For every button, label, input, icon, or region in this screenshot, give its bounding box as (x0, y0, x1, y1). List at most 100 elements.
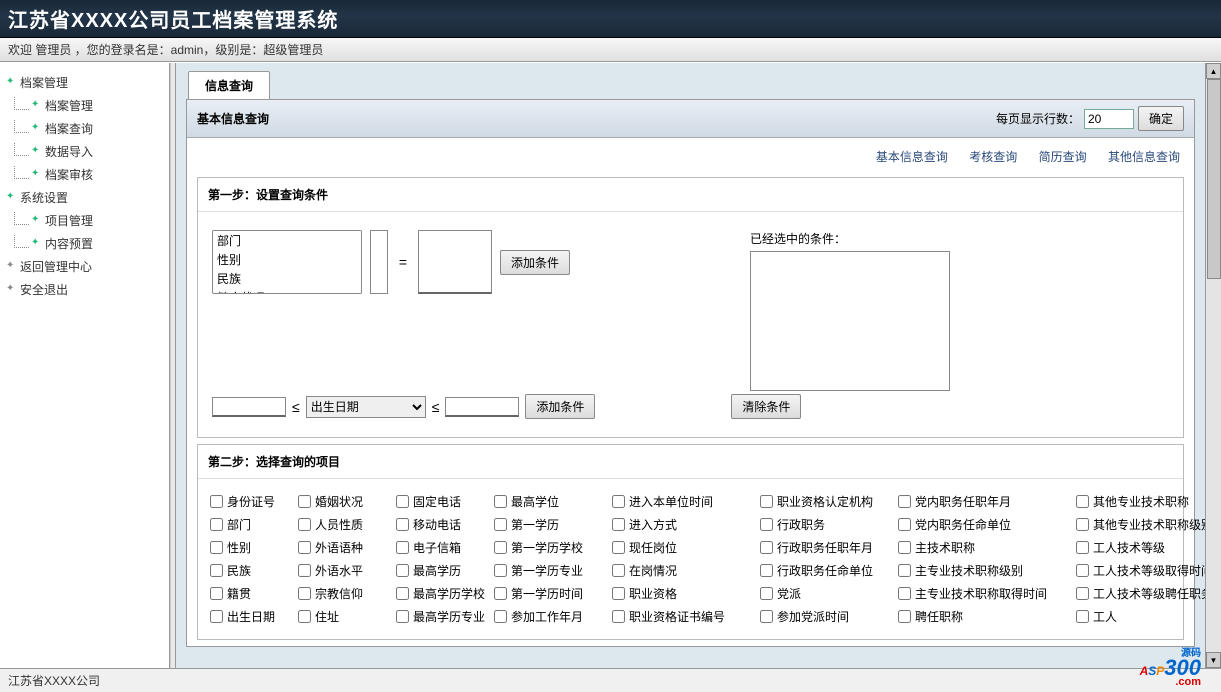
sidebar-item-system-settings[interactable]: 系统设置 (4, 186, 165, 209)
checkbox-input[interactable] (494, 518, 507, 531)
field-checkbox[interactable]: 参加党派时间 (760, 608, 890, 625)
checkbox-input[interactable] (298, 518, 311, 531)
checkbox-input[interactable] (612, 610, 625, 623)
field-checkbox[interactable]: 最高学历专业 (396, 608, 486, 625)
sidebar-item-archive-audit[interactable]: 档案审核 (12, 163, 165, 186)
checkbox-input[interactable] (612, 564, 625, 577)
vertical-scrollbar[interactable]: ▲ ▼ (1205, 63, 1221, 668)
checkbox-input[interactable] (760, 495, 773, 508)
field-checkbox[interactable]: 最高学历学校 (396, 585, 486, 602)
checkbox-input[interactable] (396, 495, 409, 508)
checkbox-input[interactable] (760, 587, 773, 600)
field-checkbox[interactable]: 外语语种 (298, 539, 388, 556)
selected-conditions-box[interactable] (750, 251, 950, 391)
checkbox-input[interactable] (612, 518, 625, 531)
checkbox-input[interactable] (494, 587, 507, 600)
field-checkbox[interactable]: 主专业技术职称取得时间 (898, 585, 1068, 602)
field-checkbox[interactable]: 职业资格证书编号 (612, 608, 752, 625)
field-checkbox[interactable]: 第一学历 (494, 516, 604, 533)
checkbox-input[interactable] (760, 564, 773, 577)
scroll-down-arrow[interactable]: ▼ (1206, 652, 1221, 668)
sidebar-item-content-preset[interactable]: 内容预置 (12, 232, 165, 255)
link-basic-info[interactable]: 基本信息查询 (876, 150, 948, 164)
checkbox-input[interactable] (1076, 610, 1089, 623)
add-condition-button[interactable]: 添加条件 (500, 250, 570, 275)
checkbox-input[interactable] (494, 564, 507, 577)
sidebar-item-return-center[interactable]: 返回管理中心 (4, 255, 165, 278)
field-checkbox[interactable]: 党内职务任命单位 (898, 516, 1068, 533)
checkbox-input[interactable] (298, 564, 311, 577)
field-checkbox[interactable]: 民族 (210, 562, 290, 579)
checkbox-input[interactable] (760, 518, 773, 531)
field-checkbox[interactable]: 行政职务 (760, 516, 890, 533)
checkbox-input[interactable] (210, 610, 223, 623)
sidebar-item-project-mgmt[interactable]: 项目管理 (12, 209, 165, 232)
checkbox-input[interactable] (1076, 564, 1089, 577)
checkbox-input[interactable] (612, 587, 625, 600)
field-checkbox[interactable]: 职业资格认定机构 (760, 493, 890, 510)
field-checkbox[interactable]: 主专业技术职称级别 (898, 562, 1068, 579)
checkbox-input[interactable] (494, 610, 507, 623)
rows-per-page-input[interactable] (1084, 109, 1134, 129)
operator-input[interactable] (370, 230, 388, 294)
tab-info-query[interactable]: 信息查询 (188, 71, 270, 99)
sidebar-item-archive-query[interactable]: 档案查询 (12, 117, 165, 140)
field-checkbox[interactable]: 工人技术等级 (1076, 539, 1205, 556)
field-checkbox[interactable]: 移动电话 (396, 516, 486, 533)
checkbox-input[interactable] (1076, 587, 1089, 600)
sidebar-item-logout[interactable]: 安全退出 (4, 278, 165, 301)
checkbox-input[interactable] (210, 541, 223, 554)
link-other-info[interactable]: 其他信息查询 (1108, 150, 1180, 164)
field-checkbox[interactable]: 党内职务任职年月 (898, 493, 1068, 510)
field-checkbox[interactable]: 性别 (210, 539, 290, 556)
field-checkbox[interactable]: 最高学历 (396, 562, 486, 579)
field-checkbox[interactable]: 电子信箱 (396, 539, 486, 556)
checkbox-input[interactable] (396, 518, 409, 531)
field-checkbox[interactable]: 第一学历时间 (494, 585, 604, 602)
checkbox-input[interactable] (396, 541, 409, 554)
checkbox-input[interactable] (298, 610, 311, 623)
field-checkbox[interactable]: 工人 (1076, 608, 1205, 625)
checkbox-input[interactable] (210, 587, 223, 600)
checkbox-input[interactable] (396, 587, 409, 600)
field-select[interactable]: 部门 性别 民族 健康状况 (212, 230, 362, 294)
field-checkbox[interactable]: 进入方式 (612, 516, 752, 533)
add-range-condition-button[interactable]: 添加条件 (525, 394, 595, 419)
checkbox-input[interactable] (494, 541, 507, 554)
field-checkbox[interactable]: 籍贯 (210, 585, 290, 602)
link-assessment[interactable]: 考核查询 (969, 150, 1017, 164)
sidebar-item-archive-mgmt-sub[interactable]: 档案管理 (12, 94, 165, 117)
field-checkbox[interactable]: 最高学位 (494, 493, 604, 510)
value-input[interactable] (418, 230, 492, 294)
clear-conditions-button[interactable]: 清除条件 (731, 394, 801, 419)
field-checkbox[interactable]: 第一学历专业 (494, 562, 604, 579)
checkbox-input[interactable] (494, 495, 507, 508)
field-checkbox[interactable]: 进入本单位时间 (612, 493, 752, 510)
confirm-button[interactable]: 确定 (1138, 106, 1184, 131)
field-checkbox[interactable]: 工人技术等级取得时间 (1076, 562, 1205, 579)
checkbox-input[interactable] (898, 610, 911, 623)
field-checkbox[interactable]: 工人技术等级聘任职务 (1076, 585, 1205, 602)
field-checkbox[interactable]: 住址 (298, 608, 388, 625)
checkbox-input[interactable] (612, 541, 625, 554)
field-checkbox[interactable]: 主技术职称 (898, 539, 1068, 556)
checkbox-input[interactable] (298, 541, 311, 554)
range-from-input[interactable] (212, 397, 286, 417)
field-checkbox[interactable]: 宗教信仰 (298, 585, 388, 602)
checkbox-input[interactable] (1076, 518, 1089, 531)
scroll-up-arrow[interactable]: ▲ (1206, 63, 1221, 79)
checkbox-input[interactable] (298, 587, 311, 600)
field-checkbox[interactable]: 行政职务任职年月 (760, 539, 890, 556)
field-checkbox[interactable]: 部门 (210, 516, 290, 533)
checkbox-input[interactable] (210, 518, 223, 531)
field-checkbox[interactable]: 婚姻状况 (298, 493, 388, 510)
link-resume[interactable]: 简历查询 (1039, 150, 1087, 164)
field-checkbox[interactable]: 第一学历学校 (494, 539, 604, 556)
field-checkbox[interactable]: 职业资格 (612, 585, 752, 602)
field-checkbox[interactable]: 聘任职称 (898, 608, 1068, 625)
checkbox-input[interactable] (210, 564, 223, 577)
field-checkbox[interactable]: 党派 (760, 585, 890, 602)
checkbox-input[interactable] (210, 495, 223, 508)
field-checkbox[interactable]: 人员性质 (298, 516, 388, 533)
checkbox-input[interactable] (612, 495, 625, 508)
